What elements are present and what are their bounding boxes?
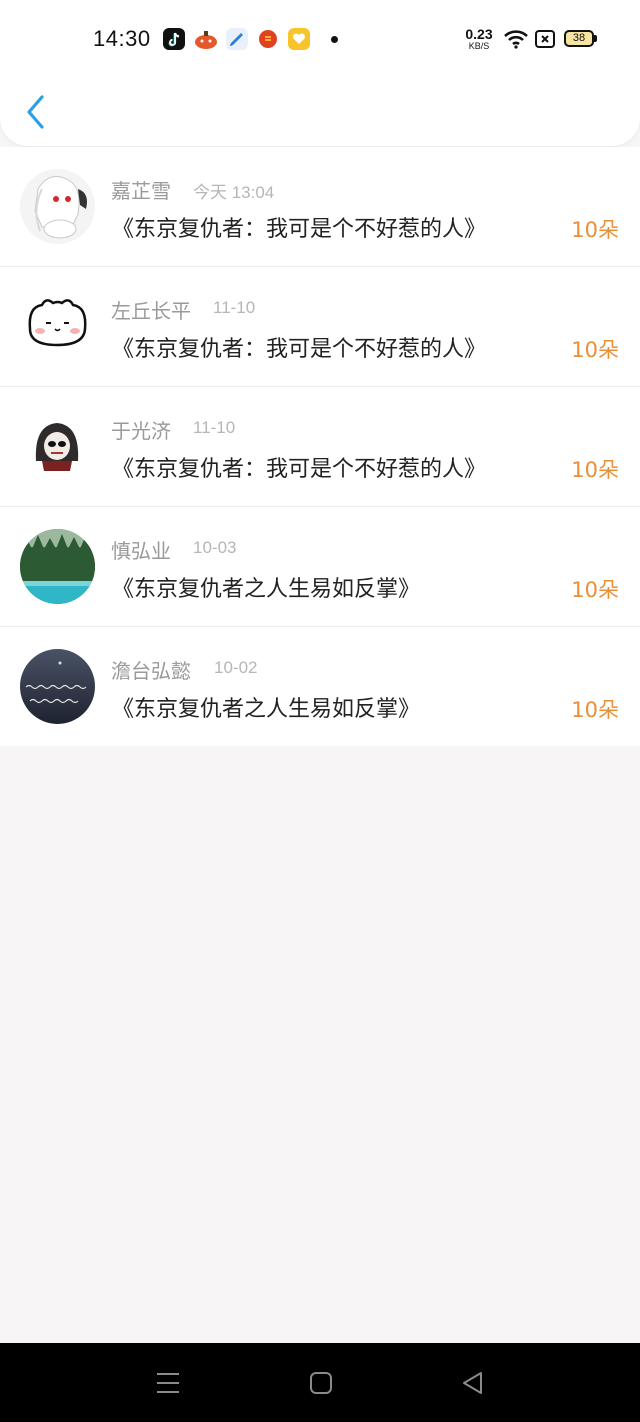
sender-name: 澹台弘懿: [111, 659, 191, 683]
book-title: 《东京复仇者：我可是个不好惹的人》: [112, 337, 487, 362]
book-title: 《东京复仇者之人生易如反掌》: [112, 577, 421, 602]
gift-amount: 10朵: [571, 338, 619, 362]
list-item[interactable]: 慎弘业 10-03 《东京复仇者之人生易如反掌》 10朵: [0, 507, 640, 627]
list-item[interactable]: 左丘长平 11-10 《东京复仇者：我可是个不好惹的人》 10朵: [0, 267, 640, 387]
sender-name: 左丘长平: [111, 299, 191, 323]
sender-name: 慎弘业: [111, 539, 171, 563]
gift-date: 今天 13:04: [193, 183, 275, 202]
wifi-icon: [503, 29, 529, 53]
back-triangle-icon[interactable]: [461, 1371, 485, 1399]
notification-dot: [331, 36, 338, 43]
battery-indicator: 38: [564, 30, 597, 47]
system-navigation-bar: [0, 1343, 640, 1422]
yellow-heart-app-icon: [288, 28, 310, 50]
sender-name: 于光济: [111, 419, 171, 443]
blue-bird-app-icon: [226, 28, 248, 50]
avatar: [20, 409, 95, 484]
home-square-icon[interactable]: [309, 1371, 333, 1399]
book-title: 《东京复仇者：我可是个不好惹的人》: [112, 217, 487, 242]
tiktok-icon: [163, 28, 185, 50]
list-item[interactable]: 澹台弘懿 10-02 《东京复仇者之人生易如反掌》 10朵: [0, 627, 640, 746]
status-bar: 14:30 0.23 KB/S 38: [0, 0, 640, 80]
status-time: 14:30: [93, 26, 151, 51]
avatar: [20, 649, 95, 724]
gift-date: 11-10: [193, 418, 236, 437]
book-title: 《东京复仇者：我可是个不好惹的人》: [112, 457, 487, 482]
sender-name: 嘉芷雪: [111, 179, 171, 203]
gift-date: 10-03: [193, 538, 237, 557]
book-title: 《东京复仇者之人生易如反掌》: [112, 697, 421, 722]
menu-icon[interactable]: [155, 1371, 181, 1399]
top-header: 14:30 0.23 KB/S 38: [0, 0, 640, 146]
avatar: [20, 289, 95, 364]
gift-amount: 10朵: [571, 578, 619, 602]
gift-date: 11-10: [213, 298, 256, 317]
sim-disabled-icon: [535, 30, 555, 48]
gift-amount: 10朵: [571, 698, 619, 722]
list-item[interactable]: 于光济 11-10 《东京复仇者：我可是个不好惹的人》 10朵: [0, 387, 640, 507]
red-app-icon: [257, 28, 279, 50]
gift-amount: 10朵: [571, 218, 619, 242]
back-button[interactable]: [22, 92, 52, 132]
gift-record-list: 嘉芷雪 今天 13:04 《东京复仇者：我可是个不好惹的人》 10朵 左丘长平 …: [0, 147, 640, 746]
gift-date: 10-02: [214, 658, 258, 677]
gift-amount: 10朵: [571, 458, 619, 482]
avatar: [20, 529, 95, 604]
network-speed: 0.23 KB/S: [465, 26, 493, 51]
avatar: [20, 169, 95, 244]
list-item[interactable]: 嘉芷雪 今天 13:04 《东京复仇者：我可是个不好惹的人》 10朵: [0, 147, 640, 267]
pumpkin-app-icon: [194, 28, 217, 50]
